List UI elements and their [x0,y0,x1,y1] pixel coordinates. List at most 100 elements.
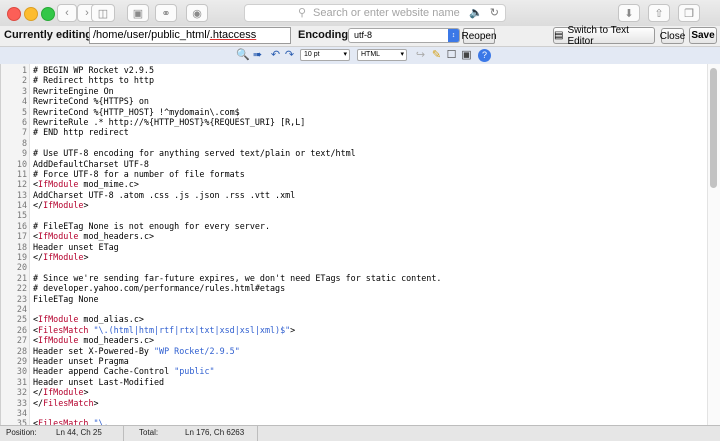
line-number: 27 [16,335,27,346]
line-number: 28 [16,345,27,356]
syntax-mode-select[interactable]: HTML ▾ [357,49,407,61]
code-text: RewriteEngine On [33,85,114,96]
code-line: 26 <FilesMatch "\.(html|htm|rtf|rtx|txt|x… [1,325,701,335]
code-text: # BEGIN WP Rocket v2.9.5 [33,65,155,75]
line-number: 29 [16,355,27,366]
font-size-select[interactable]: 10 pt ▾ [300,49,350,61]
code-line: 5 RewriteCond %{HTTP_HOST} !^mydomain\.co… [1,107,701,117]
zoom-window-button[interactable] [41,7,55,21]
code-line: 12 <IfModule mod_mime.c> [1,179,701,189]
sidebar-icon[interactable]: ◫ [91,4,115,22]
code-text: </IfModule> [33,200,89,211]
code-lines: 1 # BEGIN WP Rocket v2.9.5 2 # Redirect htt… [1,65,701,425]
code-text: </IfModule> [33,252,89,263]
code-text: Header append Cache-Control "public" [33,366,215,377]
chevron-down-icon: ▾ [400,51,404,58]
code-text: Header unset Pragma [33,355,129,366]
help-icon[interactable]: ? [478,49,491,62]
code-line: 34 [1,408,701,418]
code-text: # developer.yahoo.com/performance/rules.… [33,283,286,294]
speaker-icon[interactable]: 🔈 [469,6,483,19]
code-line: 17 <IfModule mod_headers.c> [1,231,701,241]
line-number: 5 [21,106,27,117]
save-button[interactable]: Save [689,27,717,44]
highlight-icon[interactable]: ✎ [430,49,443,62]
close-button[interactable]: Close [660,28,685,44]
scrollbar-thumb[interactable] [710,68,717,188]
download-icon[interactable]: ⬇ [618,4,640,22]
code-text: RewriteRule .* http://%{HTTP_HOST}%{REQU… [33,116,306,127]
goto-icon[interactable]: ➠ [251,49,264,62]
line-number: 31 [16,376,27,387]
code-line: 10 AddDefaultCharset UTF-8 [1,159,701,169]
wrap-icon[interactable]: ↪ [414,49,427,62]
encoding-select[interactable]: utf-8 ↕ [348,28,460,43]
line-number: 9 [21,148,27,159]
line-number: 23 [16,293,27,304]
status-bar: Position: Ln 44, Ch 25 Total: Ln 176, Ch… [0,425,720,441]
reopen-button[interactable]: Reopen [461,28,497,44]
tabs-icon[interactable]: ❐ [678,4,700,22]
vertical-scrollbar[interactable] [707,64,720,425]
editor-toolbar: 🔍 ➠ ↶ ↷ 10 pt ▾ HTML ▾ ↪ ✎ ☐ ▣ ? [0,47,720,65]
code-line: 3 RewriteEngine On [1,86,701,96]
position-label: Position: [6,428,37,437]
switch-to-text-editor-button[interactable]: ▤ Switch to Text Editor [553,24,655,47]
total-label: Total: [139,428,159,437]
switch-to-text-editor-label: Switch to Text Editor [567,24,629,47]
code-text: Header unset Last-Modified [33,376,165,387]
code-text: # Redirect https to http [33,75,155,86]
line-number: 20 [16,262,27,273]
address-placeholder: Search or enter website name [313,7,460,19]
code-line: 2 # Redirect https to http [1,75,701,85]
code-line: 28 Header set X-Powered-By "WP Rocket/2.9… [1,346,701,356]
code-line: 33 </FilesMatch> [1,398,701,408]
minimize-window-button[interactable] [24,7,38,21]
code-line: 9 # Use UTF-8 encoding for anything serve… [1,148,701,158]
code-editor[interactable]: 1 # BEGIN WP Rocket v2.9.5 2 # Redirect htt… [0,64,720,425]
fullscreen-icon[interactable]: ▣ [460,49,473,62]
code-text: <FilesMatch "\.(html|htm|rtf|rtx|txt|xsd… [33,324,296,335]
address-bar[interactable]: ⚲ Search or enter website name 🔈 ↻ [244,4,506,22]
code-text: <IfModule mod_headers.c> [33,231,155,242]
browser-titlebar: ‹ › ◫ ▣ ⚭ ◉ ⚲ Search or enter website na… [0,0,720,27]
code-line: 14 </IfModule> [1,200,701,210]
code-text: RewriteCond %{HTTP_HOST} !^mydomain\.com… [33,106,240,117]
line-number: 11 [16,168,27,179]
line-number: 12 [16,179,27,190]
back-icon[interactable]: ‹ [57,4,77,22]
line-number: 15 [16,210,27,221]
code-text: <IfModule mod_alias.c> [33,314,144,325]
file-path-field[interactable]: /home/user/public_html/.htaccess [89,27,291,44]
code-line: 8 [1,138,701,148]
code-line: 18 Header unset ETag [1,242,701,252]
line-number: 18 [16,241,27,252]
line-number: 7 [21,127,27,138]
close-window-button[interactable] [7,7,21,21]
code-line: 20 [1,262,701,272]
code-line: 7 # END http redirect [1,127,701,137]
privacy-icon[interactable]: ◉ [186,4,208,22]
font-size-value: 10 pt [304,51,320,58]
extension-icon[interactable]: ⚭ [155,4,177,22]
code-line: 32 </IfModule> [1,387,701,397]
line-number: 13 [16,189,27,200]
undo-icon[interactable]: ↶ [269,49,282,62]
code-text: # Force UTF-8 for a number of file forma… [33,168,245,179]
currently-editing-label: Currently editing: [4,29,96,41]
syntax-mode-value: HTML [361,51,381,58]
line-number: 8 [21,137,27,148]
code-line: 6 RewriteRule .* http://%{HTTP_HOST}%{REQ… [1,117,701,127]
reload-icon[interactable]: ↻ [490,6,499,19]
share-icon[interactable]: ⇧ [648,4,670,22]
status-divider [257,426,258,441]
code-line: 23 FileETag None [1,294,701,304]
code-text: # END http redirect [33,127,129,138]
find-icon[interactable]: 🔍 [236,49,250,62]
redo-icon[interactable]: ↷ [283,49,296,62]
code-line: 31 Header unset Last-Modified [1,377,701,387]
lock-icon[interactable]: ▣ [127,4,149,22]
code-text: Header unset ETag [33,241,119,252]
code-text: <FilesMatch "\. [33,418,109,425]
reset-icon[interactable]: ☐ [445,49,458,62]
